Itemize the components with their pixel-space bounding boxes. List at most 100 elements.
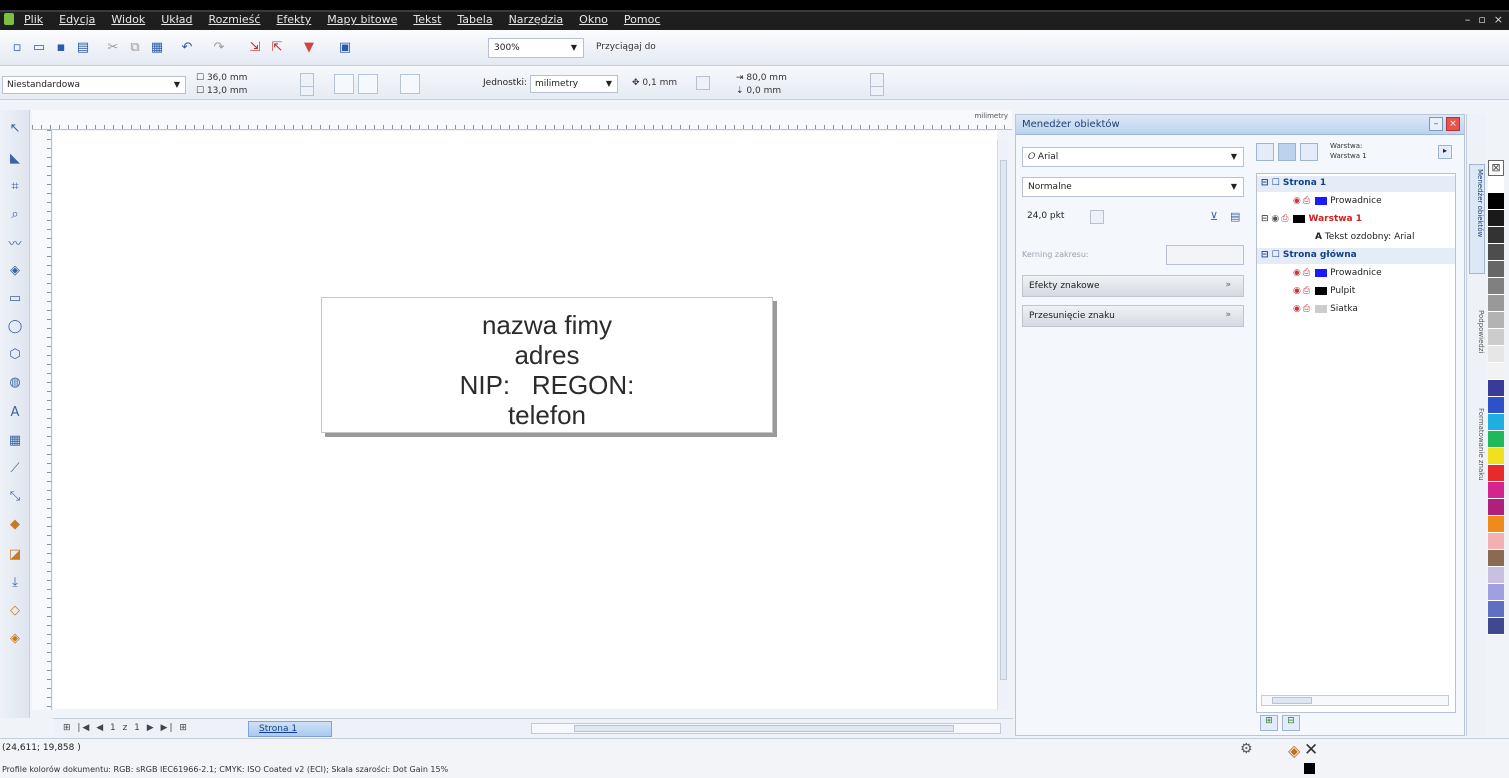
menu-window[interactable]: Okno <box>579 13 608 26</box>
redo-icon[interactable]: ↷ <box>210 38 228 56</box>
color-swatch[interactable] <box>1488 550 1504 567</box>
color-swatch[interactable] <box>1488 193 1504 210</box>
page-tab-1[interactable]: Strona 1 <box>248 721 332 737</box>
units-select[interactable]: milimetry ▼ <box>530 75 618 93</box>
underline-icon[interactable]: ⊻ <box>1210 210 1224 224</box>
cut-icon[interactable]: ✂ <box>104 38 122 56</box>
color-swatch[interactable] <box>1488 465 1504 482</box>
tree-layer-guides[interactable]: ◉ ⎙ Prowadnice <box>1257 194 1455 210</box>
ellipse-tool-icon[interactable]: ◯ <box>7 318 23 334</box>
snap-to-button[interactable]: Przyciągaj do <box>596 42 656 52</box>
no-color-swatch[interactable]: ⊠ <box>1488 160 1504 176</box>
color-swatch[interactable] <box>1488 278 1504 295</box>
tab-character-formatting[interactable]: Formatowanie znaku <box>1469 404 1485 544</box>
collapse-docker-button[interactable]: – <box>1429 117 1443 131</box>
outline-tool-icon[interactable]: ◇ <box>7 602 23 618</box>
menu-effects[interactable]: Efekty <box>276 13 311 26</box>
landscape-button[interactable] <box>358 74 378 94</box>
character-offset-section[interactable]: Przesunięcie znaku » <box>1022 305 1244 327</box>
visibility-icon[interactable]: ◉ <box>1293 286 1301 296</box>
kerning-field[interactable] <box>1166 245 1244 265</box>
menu-tools[interactable]: Narzędzia <box>509 13 564 26</box>
smart-fill-icon[interactable]: ◈ <box>7 262 23 278</box>
tree-page-1[interactable]: ⊟ ☐ Strona 1 <box>1257 176 1455 192</box>
color-swatch[interactable] <box>1488 618 1504 635</box>
outline-none-icon[interactable]: ✕ <box>1304 740 1318 760</box>
duplicate-y-field[interactable]: ⇣ 0,0 mm <box>736 86 781 96</box>
color-swatch[interactable] <box>1488 499 1504 516</box>
color-swatch[interactable] <box>1488 363 1504 380</box>
color-swatch[interactable] <box>1488 380 1504 397</box>
new-document-icon[interactable]: ▫ <box>8 38 26 56</box>
text-options-icon[interactable]: ▤ <box>1230 210 1244 224</box>
edit-across-layers-icon[interactable] <box>1278 143 1296 161</box>
save-icon[interactable]: ▪ <box>52 38 70 56</box>
color-swatch[interactable] <box>1488 567 1504 584</box>
width-spinner[interactable] <box>300 73 314 87</box>
crop-tool-icon[interactable]: ⌗ <box>7 178 23 194</box>
duplicate-y-spinner[interactable] <box>870 86 884 96</box>
nudge-spinner[interactable] <box>696 76 710 90</box>
color-swatch[interactable] <box>1488 533 1504 550</box>
font-style-select[interactable]: Normalne ▼ <box>1022 177 1244 197</box>
restore-button[interactable]: ▫ <box>1478 13 1485 26</box>
print-icon[interactable]: ⎙ <box>1281 214 1288 224</box>
color-swatch[interactable] <box>1488 431 1504 448</box>
zoom-select[interactable]: 300% ▼ <box>488 38 584 58</box>
app-launcher-icon[interactable]: ▼ <box>300 38 318 56</box>
color-swatch[interactable] <box>1488 482 1504 499</box>
menu-edit[interactable]: Edycja <box>59 13 95 26</box>
color-swatch[interactable] <box>1488 261 1504 278</box>
nudge-field[interactable]: ✥ 0,1 mm <box>632 78 677 88</box>
menu-file[interactable]: Plik <box>24 13 43 26</box>
business-label-page[interactable]: nazwa fimy adres NIP: REGON: telefon <box>321 297 773 433</box>
current-page-button[interactable] <box>424 74 444 94</box>
color-swatch[interactable] <box>1488 346 1504 363</box>
menu-help[interactable]: Pomoc <box>624 13 660 26</box>
drawing-canvas[interactable]: nazwa fimy adres NIP: REGON: telefon <box>53 131 997 709</box>
scroll-thumb[interactable] <box>574 725 954 732</box>
new-master-layer-icon[interactable]: ⊟ <box>1282 715 1300 731</box>
tree-horizontal-scrollbar[interactable] <box>1261 695 1449 706</box>
scroll-thumb[interactable] <box>1000 160 1007 680</box>
color-swatch[interactable] <box>1488 584 1504 601</box>
export-icon[interactable]: ⇱ <box>268 38 286 56</box>
color-profiles[interactable]: Profile kolorów dokumentu: RGB: sRGB IEC… <box>2 765 448 774</box>
color-swatch[interactable] <box>1488 295 1504 312</box>
tree-master-grid[interactable]: ◉ ⎙ Siatka <box>1257 302 1455 318</box>
copy-icon[interactable]: ⧉ <box>126 38 144 56</box>
tree-layer-1[interactable]: ⊟ ◉ ⎙ Warstwa 1 <box>1257 212 1455 228</box>
minimize-button[interactable]: – <box>1465 13 1471 26</box>
visibility-icon[interactable]: ◉ <box>1293 196 1301 206</box>
visibility-icon[interactable]: ◉ <box>1293 304 1301 314</box>
color-swatch[interactable] <box>1488 516 1504 533</box>
menu-arrange[interactable]: Rozmieść <box>208 13 260 26</box>
color-swatch[interactable] <box>1488 176 1504 193</box>
color-swatch[interactable] <box>1488 210 1504 227</box>
page-height-field[interactable]: ☐ 13,0 mm <box>196 86 247 96</box>
connector-tool-icon[interactable]: ⤡ <box>7 488 23 504</box>
tab-object-manager[interactable]: Menedżer obiektów <box>1469 164 1485 274</box>
duplicate-x-spinner[interactable] <box>870 73 884 87</box>
rectangle-tool-icon[interactable]: ▭ <box>7 290 23 306</box>
polygon-tool-icon[interactable]: ⬡ <box>7 346 23 362</box>
character-effects-section[interactable]: Efekty znakowe » <box>1022 275 1244 297</box>
visibility-icon[interactable]: ◉ <box>1293 268 1301 278</box>
color-swatch[interactable] <box>1488 329 1504 346</box>
eyedropper-icon[interactable]: ⤓ <box>7 574 23 590</box>
blend-tool-icon[interactable]: ◆ <box>7 516 23 532</box>
new-layer-icon[interactable]: ⊞ <box>1260 715 1278 731</box>
page-nav-controls[interactable]: ⊞ |◀ ◀ 1 z 1 ▶ ▶| ⊞ <box>63 723 189 733</box>
visibility-icon[interactable]: ◉ <box>1271 214 1279 224</box>
close-docker-button[interactable]: × <box>1446 117 1460 131</box>
freehand-tool-icon[interactable]: 〰 <box>7 234 23 252</box>
color-swatch[interactable] <box>1488 601 1504 618</box>
flyout-arrow-icon[interactable]: ▸ <box>1438 145 1452 159</box>
pick-tool-icon[interactable]: ↖ <box>7 120 23 136</box>
open-icon[interactable]: ▭ <box>30 38 48 56</box>
zoom-tool-icon[interactable]: ⌕ <box>7 206 23 222</box>
portrait-button[interactable] <box>334 74 354 94</box>
color-swatch[interactable] <box>1488 312 1504 329</box>
fill-tool-icon[interactable]: ◈ <box>7 630 23 646</box>
table-tool-icon[interactable]: ▦ <box>7 432 23 448</box>
